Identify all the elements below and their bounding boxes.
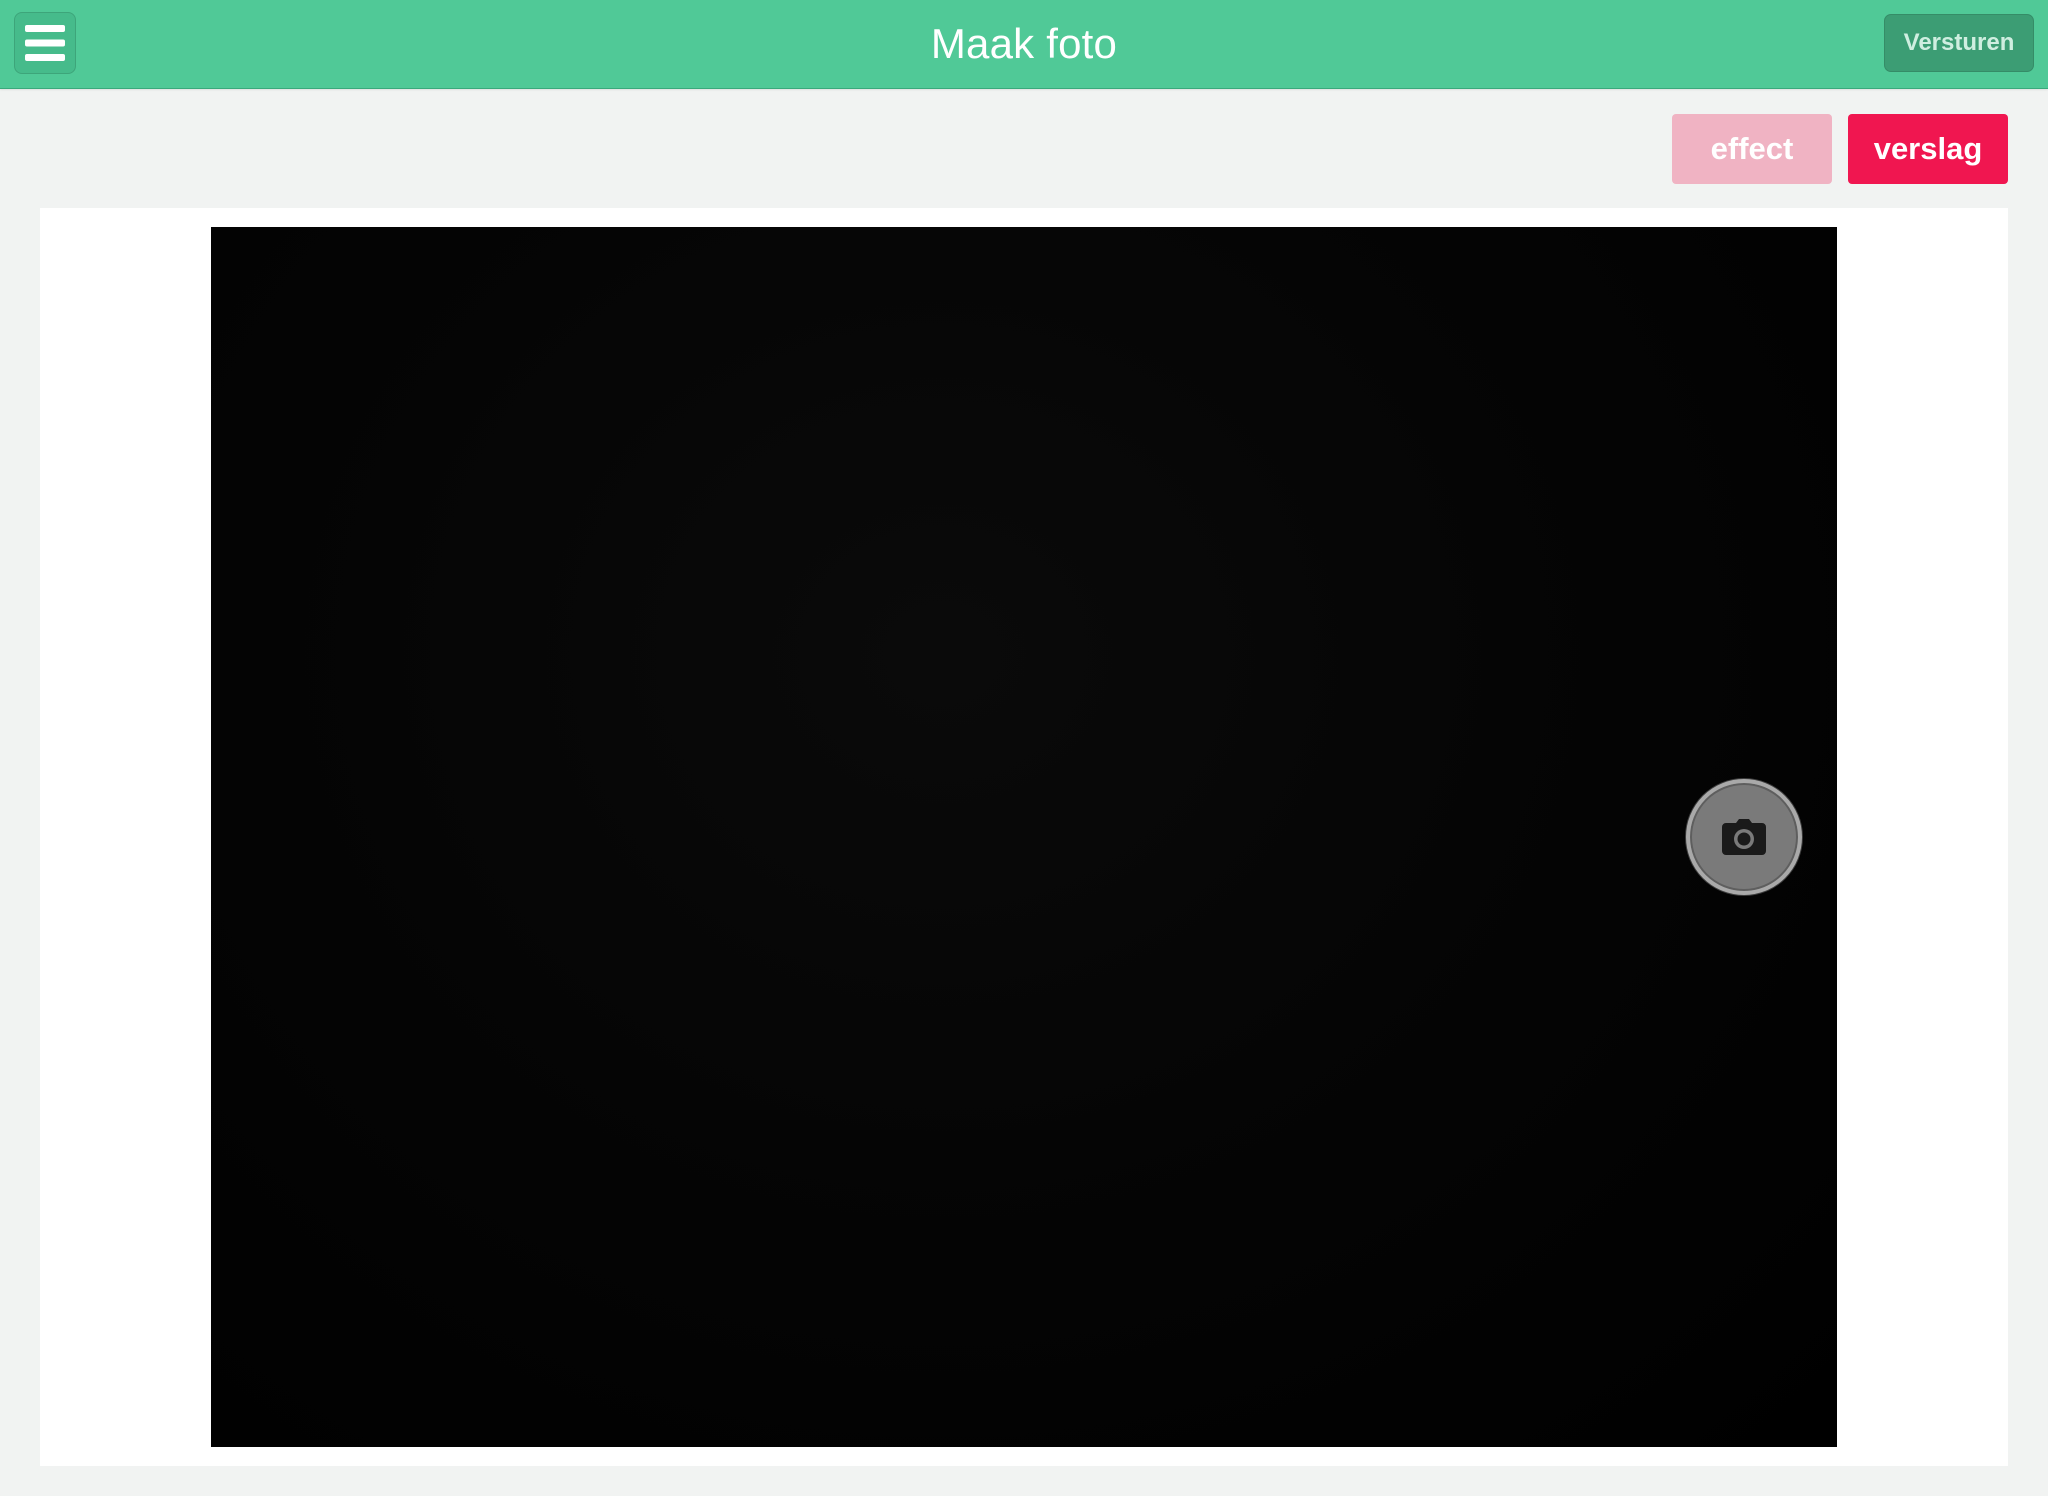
app-page: Maak foto Versturen effect verslag — [0, 0, 2048, 1496]
verslag-button[interactable]: verslag — [1848, 114, 2008, 184]
shutter-button[interactable] — [1686, 779, 1802, 895]
effect-button[interactable]: effect — [1672, 114, 1832, 184]
camera-icon — [1722, 819, 1766, 855]
send-button[interactable]: Versturen — [1884, 14, 2034, 72]
camera-preview — [211, 227, 1837, 1447]
page-title: Maak foto — [930, 20, 1118, 67]
header-bar: Maak foto Versturen — [0, 0, 2048, 89]
